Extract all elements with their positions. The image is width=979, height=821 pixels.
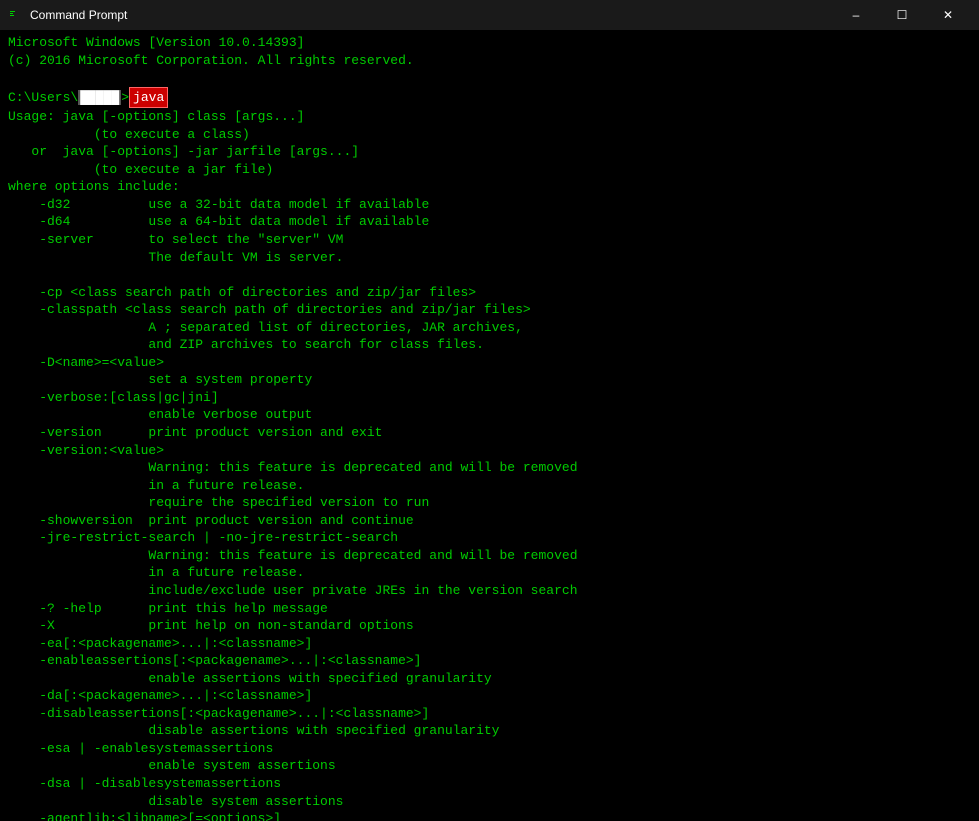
console-line-blank-1 <box>8 69 971 87</box>
console-line-blank-2 <box>8 266 971 284</box>
console-line-23: Warning: this feature is deprecated and … <box>8 459 971 477</box>
console-line-15: A ; separated list of directories, JAR a… <box>8 319 971 337</box>
console-line-18: set a system property <box>8 371 971 389</box>
console-line-20: enable verbose output <box>8 406 971 424</box>
title-bar-left: Command Prompt <box>8 7 127 23</box>
console-line-5: or java [-options] -jar jarfile [args...… <box>8 143 971 161</box>
console-line-24: in a future release. <box>8 477 971 495</box>
console-line-11: The default VM is server. <box>8 249 971 267</box>
console-line-21: -version print product version and exit <box>8 424 971 442</box>
window-title: Command Prompt <box>30 8 127 22</box>
console-line-30: include/exclude user private JREs in the… <box>8 582 971 600</box>
console-line-16: and ZIP archives to search for class fil… <box>8 336 971 354</box>
java-command: java <box>129 87 168 109</box>
console-line-36: -da[:<packagename>...|:<classname>] <box>8 687 971 705</box>
console-line-17: -D<name>=<value> <box>8 354 971 372</box>
console-line-13: -cp <class search path of directories an… <box>8 284 971 302</box>
console-line-35: enable assertions with specified granula… <box>8 670 971 688</box>
minimize-button[interactable]: – <box>833 0 879 30</box>
console-line-42: disable system assertions <box>8 793 971 811</box>
console-line-28: Warning: this feature is deprecated and … <box>8 547 971 565</box>
console-line-38: disable assertions with specified granul… <box>8 722 971 740</box>
prompt-prefix: C:\Users\█████> <box>8 89 129 107</box>
console-line-25: require the specified version to run <box>8 494 971 512</box>
prompt-line: C:\Users\█████>java <box>8 87 971 109</box>
console-line-9: -d64 use a 64-bit data model if availabl… <box>8 213 971 231</box>
console-line-43: -agentlib:<libname>[=<options>] <box>8 810 971 821</box>
title-bar: Command Prompt – ☐ ✕ <box>0 0 979 30</box>
console-line-37: -disableassertions[:<packagename>...|:<c… <box>8 705 971 723</box>
window-controls: – ☐ ✕ <box>833 0 971 30</box>
console-line-32: -X print help on non-standard options <box>8 617 971 635</box>
console-line-14: -classpath <class search path of directo… <box>8 301 971 319</box>
console-line-6: (to execute a jar file) <box>8 161 971 179</box>
console-line-41: -dsa | -disablesystemassertions <box>8 775 971 793</box>
console-line-40: enable system assertions <box>8 757 971 775</box>
console-line-8: -d32 use a 32-bit data model if availabl… <box>8 196 971 214</box>
console-line-1: (c) 2016 Microsoft Corporation. All righ… <box>8 52 971 70</box>
console-line-31: -? -help print this help message <box>8 600 971 618</box>
console-line-4: (to execute a class) <box>8 126 971 144</box>
console-line-19: -verbose:[class|gc|jni] <box>8 389 971 407</box>
cmd-window: Command Prompt – ☐ ✕ Microsoft Windows [… <box>0 0 979 821</box>
close-button[interactable]: ✕ <box>925 0 971 30</box>
console-line-22: -version:<value> <box>8 442 971 460</box>
console-output: Microsoft Windows [Version 10.0.14393] (… <box>0 30 979 821</box>
console-line-0: Microsoft Windows [Version 10.0.14393] <box>8 34 971 52</box>
console-line-29: in a future release. <box>8 564 971 582</box>
console-line-10: -server to select the "server" VM <box>8 231 971 249</box>
maximize-button[interactable]: ☐ <box>879 0 925 30</box>
cmd-icon <box>8 7 24 23</box>
console-line-33: -ea[:<packagename>...|:<classname>] <box>8 635 971 653</box>
console-line-27: -jre-restrict-search | -no-jre-restrict-… <box>8 529 971 547</box>
console-line-39: -esa | -enablesystemassertions <box>8 740 971 758</box>
console-line-34: -enableassertions[:<packagename>...|:<cl… <box>8 652 971 670</box>
console-line-26: -showversion print product version and c… <box>8 512 971 530</box>
console-line-7: where options include: <box>8 178 971 196</box>
console-line-3: Usage: java [-options] class [args...] <box>8 108 971 126</box>
